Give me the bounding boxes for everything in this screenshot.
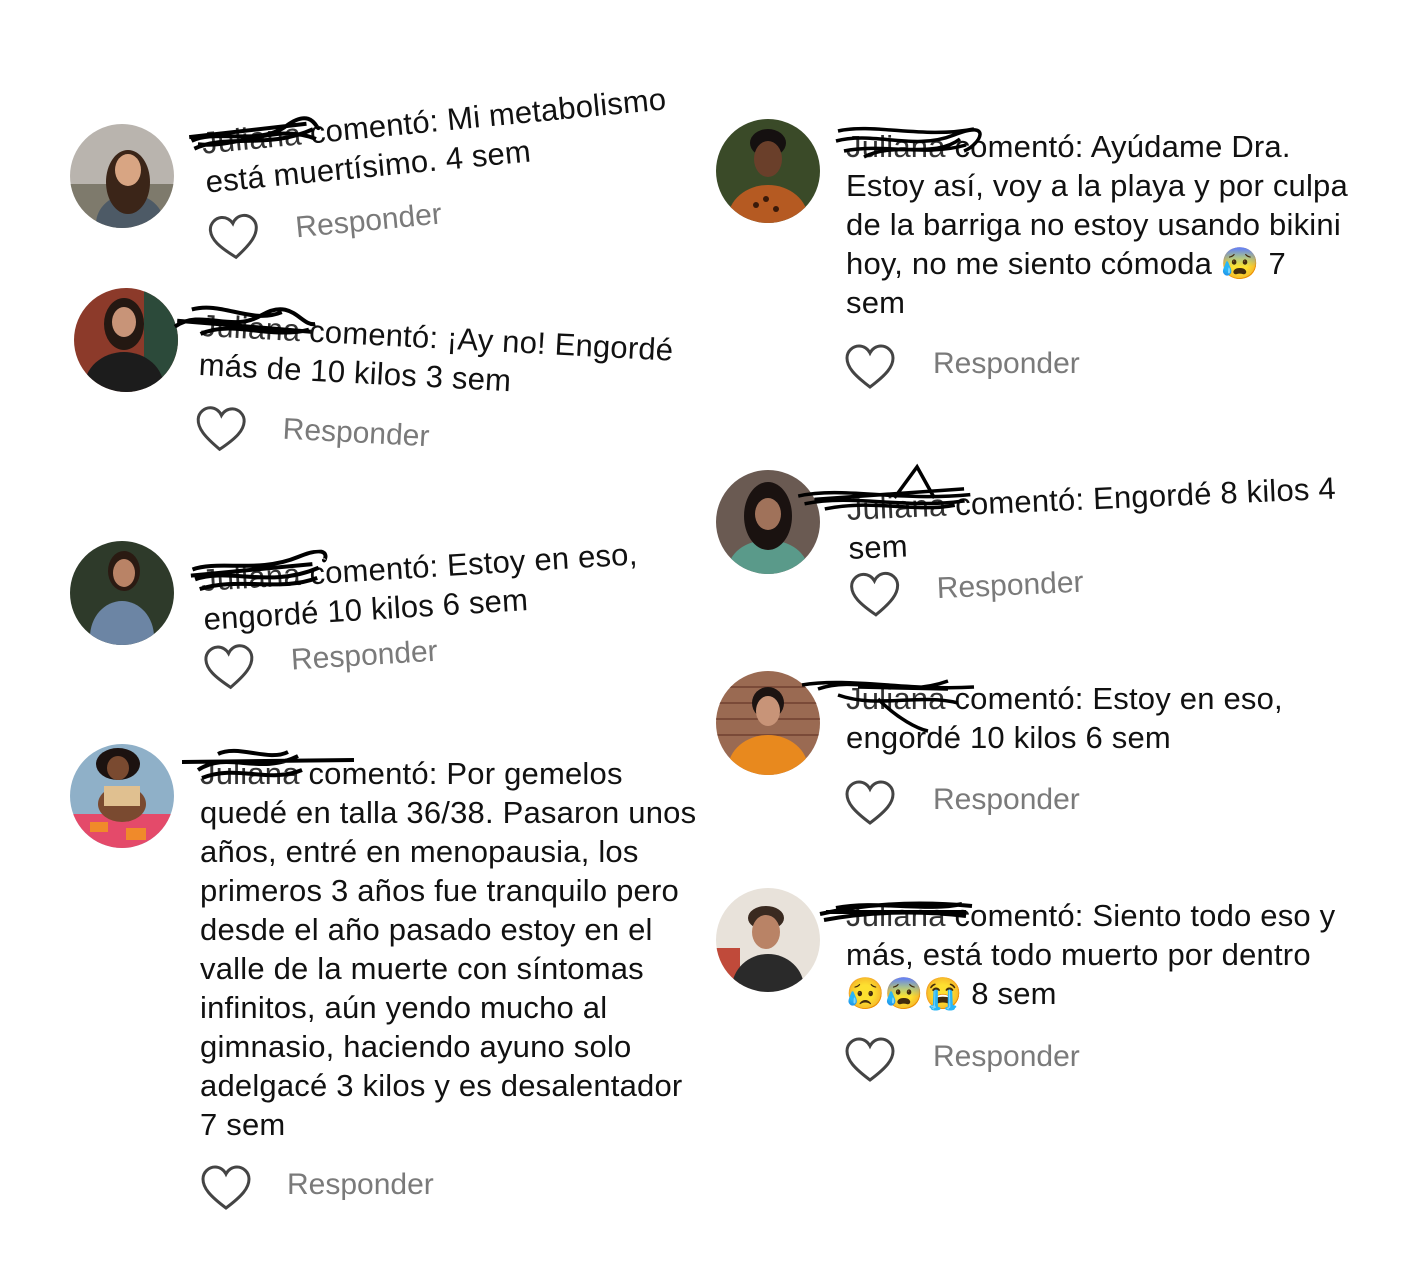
comment-time: 7 sem [200,1107,286,1142]
comment-actions: Responder [206,197,443,268]
comment-item: Juliana comentó: Estoy en eso, engordé 1… [70,536,710,701]
comment-time: 6 sem [441,582,529,623]
comment-username[interactable]: Juliana [190,549,328,600]
comment-actions: Responder [848,566,1084,624]
reply-button[interactable]: Responder [294,197,443,245]
comment-time: 8 sem [971,976,1057,1011]
comment-username[interactable]: Juliana [797,463,971,529]
heart-icon[interactable] [200,1164,252,1212]
comment-item: Juliana comentó: Engordé 8 kilos 4 sem R… [716,463,1376,630]
comment-item: Juliana comentó: Mi metabolismo está mue… [70,81,710,274]
comment-verb: comentó: [954,681,1084,716]
comment-verb: comentó: [954,481,1085,523]
comment-username[interactable]: Juliana [181,748,355,793]
reply-button[interactable]: Responder [933,1040,1080,1074]
comment-time: 6 sem [1085,720,1171,755]
avatar-photo [716,888,820,992]
comment-item: Juliana comentó: ¡Ay no! Engordé más de … [74,288,714,468]
avatar-photo [716,119,820,223]
avatar-photo [716,470,820,574]
comment-item: Juliana comentó: Ayúdame Dra. Estoy así,… [716,119,1376,399]
comment-text: Engordé 8 kilos [1092,471,1311,517]
heart-icon[interactable] [193,404,247,455]
avatar[interactable] [716,888,820,992]
heart-icon[interactable] [844,343,896,391]
reply-button[interactable]: Responder [936,566,1084,606]
comment-text: Por gemelos quedé en talla 36/38. Pasaro… [200,756,697,1103]
avatar-photo [70,124,174,228]
avatar[interactable] [70,124,174,228]
comment-item: Juliana comentó: Estoy en eso, engordé 1… [716,671,1376,831]
heart-icon[interactable] [844,779,896,827]
comment-verb: comentó: [308,756,438,791]
comment-verb: comentó: [954,898,1084,933]
comment-verb: comentó: [954,129,1084,164]
comment-username[interactable]: Juliana [819,896,973,935]
comment-time: 3 sem [424,358,513,399]
comment-verb: comentó: [308,313,440,356]
heart-icon[interactable] [202,642,257,693]
reply-button[interactable]: Responder [282,413,430,455]
comment-username[interactable]: Juliana [801,679,975,733]
comment-username[interactable]: Juliana [173,305,316,350]
reply-button[interactable]: Responder [290,635,439,678]
avatar-photo [70,541,174,645]
comment-actions: Responder [193,404,430,456]
heart-icon[interactable] [206,211,262,264]
comment-actions: Responder [202,635,439,697]
avatar-photo [70,744,174,848]
comment-item: Juliana comentó: Siento todo eso y más, … [716,888,1376,1088]
avatar-photo [716,671,820,775]
heart-icon[interactable] [844,1036,896,1084]
avatar[interactable] [716,671,820,775]
avatar[interactable] [74,288,178,392]
avatar[interactable] [716,470,820,574]
reply-button[interactable]: Responder [933,783,1080,817]
reply-button[interactable]: Responder [933,347,1080,381]
comment-time: 4 sem [443,133,533,177]
comment-verb: comentó: [308,548,440,592]
comment-item: Juliana comentó: Por gemelos quedé en ta… [70,744,720,1214]
comment-username[interactable]: Juliana [188,114,321,162]
reply-button[interactable]: Responder [287,1168,434,1202]
avatar[interactable] [716,119,820,223]
avatar[interactable] [70,541,174,645]
avatar-photo [74,288,178,392]
avatar[interactable] [70,744,174,848]
comment-username[interactable]: Juliana [835,126,982,166]
heart-icon[interactable] [848,570,902,620]
